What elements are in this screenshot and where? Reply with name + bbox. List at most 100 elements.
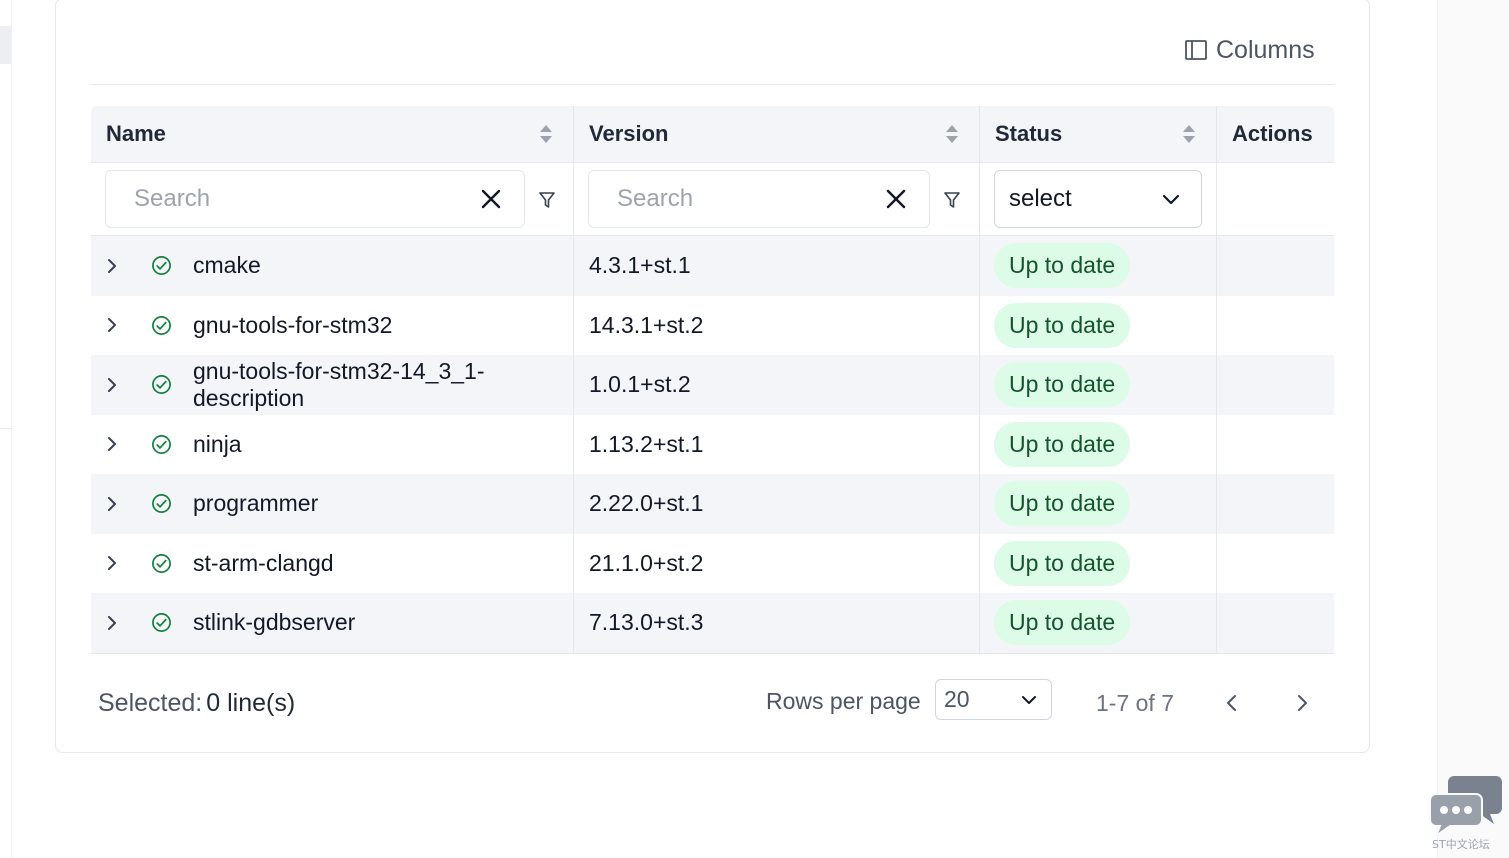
chevron-left-icon[interactable]: [1220, 690, 1242, 716]
actions-cell: [1217, 296, 1334, 356]
actions-cell: [1217, 474, 1334, 534]
chat-caption: ST中文论坛: [1432, 838, 1490, 851]
version-cell: 1.13.2+st.1: [574, 414, 980, 474]
rows-per-page-label: Rows per page: [766, 688, 921, 714]
version-search-input[interactable]: [589, 185, 849, 213]
sort-icon[interactable]: [539, 123, 553, 145]
name-cell: cmake: [91, 236, 574, 296]
version-cell: 21.1.0+st.2: [574, 533, 980, 593]
chevron-right-icon[interactable]: [105, 613, 119, 633]
name-search-box: [105, 170, 525, 228]
filter-row: select: [91, 163, 1334, 236]
package-version: 2.22.0+st.1: [589, 490, 704, 517]
toolbar-divider: [91, 84, 1334, 85]
columns-button-label: Columns: [1216, 35, 1315, 64]
column-header-actions-label: Actions: [1232, 121, 1313, 146]
chevron-right-icon[interactable]: [105, 494, 119, 514]
chevron-down-icon: [1162, 194, 1180, 205]
check-circle-icon: [152, 434, 171, 454]
package-version: 1.13.2+st.1: [589, 430, 704, 457]
package-name: gnu-tools-for-stm32-14_3_1-description: [193, 357, 485, 411]
name-cell: st-arm-clangd: [91, 533, 574, 593]
right-rail: [1437, 0, 1509, 858]
status-cell: Up to date: [980, 295, 1217, 355]
status-badge: Up to date: [994, 540, 1131, 586]
status-cell: Up to date: [980, 355, 1217, 415]
version-filter-cell: [574, 163, 980, 235]
left-rail-item[interactable]: [0, 26, 11, 64]
check-circle-icon: [152, 613, 171, 633]
column-header-version-label: Version: [589, 121, 669, 146]
table-row[interactable]: gnu-tools-for-stm32-14_3_1-description 1.…: [91, 355, 1334, 415]
column-header-status-label: Status: [995, 121, 1063, 146]
check-circle-icon: [152, 494, 171, 514]
table-row[interactable]: stlink-gdbserver 7.13.0+st.3 Up to date: [91, 593, 1334, 653]
status-badge: Up to date: [994, 362, 1131, 408]
sort-icon[interactable]: [945, 123, 959, 145]
chevron-right-icon[interactable]: [105, 553, 119, 573]
check-circle-icon: [152, 375, 171, 395]
table-row[interactable]: st-arm-clangd 21.1.0+st.2 Up to date: [91, 533, 1334, 594]
check-circle-icon: [152, 256, 171, 276]
package-version: 14.3.1+st.2: [589, 311, 704, 338]
name-cell: gnu-tools-for-stm32-14_3_1-description: [91, 355, 574, 415]
name-cell: gnu-tools-for-stm32: [91, 295, 574, 355]
package-version: 21.1.0+st.2: [589, 549, 704, 576]
column-header-name-label: Name: [106, 121, 166, 146]
status-cell: Up to date: [980, 593, 1217, 653]
status-badge: Up to date: [994, 421, 1131, 467]
table-bottom-border: [91, 652, 1334, 654]
table-row[interactable]: gnu-tools-for-stm32 14.3.1+st.2 Up to date: [91, 295, 1334, 356]
column-header-status[interactable]: Status: [980, 106, 1217, 162]
left-rail-divider: [0, 428, 11, 429]
status-badge: Up to date: [994, 481, 1131, 527]
sort-icon[interactable]: [1182, 123, 1196, 145]
table-body: cmake 4.3.1+st.1 Up to date gnu-tools-for-s…: [91, 236, 1334, 653]
clear-icon[interactable]: [480, 188, 502, 210]
actions-cell: [1217, 534, 1334, 594]
selection-summary: Selected: 0 line(s): [98, 689, 295, 718]
name-cell: stlink-gdbserver: [91, 593, 574, 653]
column-header-name[interactable]: Name: [91, 106, 574, 162]
version-cell: 7.13.0+st.3: [574, 593, 980, 653]
status-badge: Up to date: [994, 243, 1131, 289]
actions-cell: [1217, 593, 1334, 653]
chevron-right-icon[interactable]: [1292, 690, 1314, 716]
column-header-version[interactable]: Version: [574, 106, 980, 162]
rows-per-page-value: 20: [944, 686, 970, 712]
packages-table: Name Version Status Actions Search Searc…: [91, 106, 1334, 654]
filter-icon[interactable]: [539, 191, 555, 209]
chevron-right-icon[interactable]: [105, 375, 119, 395]
status-select[interactable]: select: [994, 170, 1202, 228]
table-row[interactable]: ninja 1.13.2+st.1 Up to date: [91, 414, 1334, 474]
table-row[interactable]: programmer 2.22.0+st.1 Up to date: [91, 474, 1334, 534]
actions-cell: [1217, 355, 1334, 415]
status-cell: Up to date: [980, 236, 1217, 296]
status-cell: Up to date: [980, 414, 1217, 474]
chevron-right-icon[interactable]: [105, 256, 119, 276]
clear-icon[interactable]: [885, 188, 907, 210]
status-badge: Up to date: [994, 302, 1131, 348]
name-cell: ninja: [91, 414, 574, 474]
filter-icon[interactable]: [944, 191, 960, 209]
left-rail: [0, 0, 12, 858]
package-name: programmer: [193, 490, 319, 517]
chevron-right-icon[interactable]: [105, 315, 119, 335]
package-version: 7.13.0+st.3: [589, 609, 704, 636]
rows-per-page-select[interactable]: 20: [935, 679, 1052, 720]
check-circle-icon: [152, 553, 171, 573]
table-header: Name Version Status Actions: [91, 106, 1334, 163]
table-row[interactable]: cmake 4.3.1+st.1 Up to date: [91, 236, 1334, 296]
package-name: ninja: [193, 430, 242, 457]
chevron-right-icon[interactable]: [105, 434, 119, 454]
pagination-range: 1-7 of 7: [1096, 690, 1174, 716]
check-circle-icon: [152, 315, 171, 335]
selected-count: 0 line(s): [206, 689, 296, 717]
name-cell: programmer: [91, 474, 574, 534]
version-cell: 4.3.1+st.1: [574, 236, 980, 296]
name-search-input[interactable]: [106, 185, 436, 213]
actions-cell: [1217, 236, 1334, 296]
version-cell: 14.3.1+st.2: [574, 295, 980, 355]
columns-button[interactable]: Columns: [1184, 34, 1315, 66]
version-cell: 1.0.1+st.2: [574, 355, 980, 415]
